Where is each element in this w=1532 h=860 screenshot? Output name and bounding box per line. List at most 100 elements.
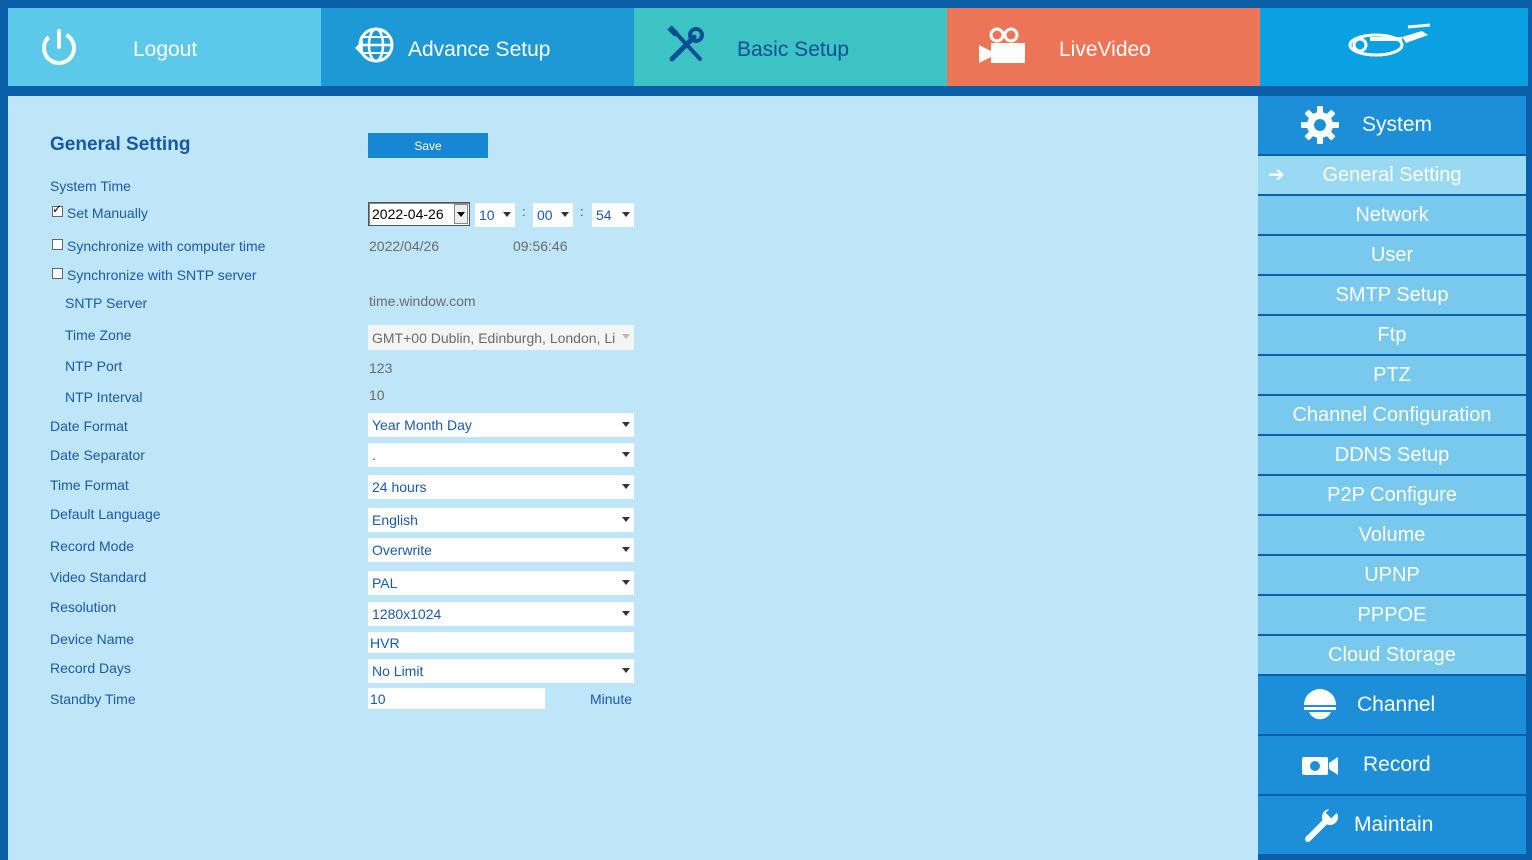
sidebar-item-ddns-setup[interactable]: DDNS Setup [1258,436,1526,474]
time-format-label: Time Format [50,477,129,493]
hour-value: 10 [479,207,495,223]
sidebar-item-cloud-storage[interactable]: Cloud Storage [1258,636,1526,674]
device-name-input[interactable]: HVR [368,632,634,653]
video-camera-icon [979,27,1025,63]
resolution-select[interactable]: 1280x1024 [368,602,634,626]
sidebar-item-label: User [1370,243,1414,266]
sidebar-item-label: SMTP Setup [1335,283,1449,306]
second-select[interactable]: 54 [592,203,634,227]
record-days-label: Record Days [50,660,131,676]
chevron-down-icon [622,547,630,552]
device-name-value: HVR [370,634,400,651]
camera-logo-icon [1348,23,1431,57]
sntp-server-label: SNTP Server [65,295,148,311]
record-mode-label: Record Mode [50,538,135,554]
set-manually-checkbox[interactable] [52,202,63,217]
chevron-down-icon [622,334,630,339]
video-standard-select[interactable]: PAL [368,571,634,595]
sidebar-item-smtp-setup[interactable]: SMTP Setup [1258,276,1526,314]
time-format-select[interactable]: 24 hours [368,475,634,499]
sidebar-maintain[interactable]: Maintain [1258,796,1526,854]
nav-live-video[interactable]: LiveVideo [947,8,1260,86]
chevron-down-icon [622,517,630,522]
standby-value: 10 [370,690,386,707]
sidebar-item-label: Cloud Storage [1328,643,1456,666]
sntp-server-value: time.window.com [369,293,476,309]
nav-logout[interactable]: Logout [8,8,321,86]
chevron-down-icon [622,668,630,673]
sidebar-item-ptz[interactable]: PTZ [1258,356,1526,394]
sidebar-channel[interactable]: Channel [1258,676,1526,734]
chevron-down-icon [622,212,630,217]
ntp-port-label: NTP Port [65,358,123,374]
sidebar-item-user[interactable]: User [1258,236,1526,274]
video-standard-label: Video Standard [50,569,147,585]
save-button[interactable]: Save [368,133,488,158]
standby-unit: Minute [590,691,633,707]
chevron-down-icon [622,452,630,457]
nav-separator [0,86,1532,96]
date-separator-select[interactable]: . [368,443,634,467]
record-days-select[interactable]: No Limit [368,659,634,683]
sidebar-item-network[interactable]: Network [1258,196,1526,234]
top-navigation: Logout Advance Setup Basic Setup LiveVid… [8,8,1528,94]
sidebar-item-upnp[interactable]: UPNP [1258,556,1526,594]
video-standard-value: PAL [372,575,398,591]
sync-sntp-checkbox[interactable] [52,268,63,279]
sidebar-item-volume[interactable]: Volume [1258,516,1526,554]
date-dropdown-icon[interactable] [454,204,468,224]
sidebar-system[interactable]: System [1258,96,1526,154]
ntp-port-value: 123 [369,360,393,376]
nav-advance-setup[interactable]: Advance Setup [321,8,634,86]
wrench-icon [1305,805,1339,842]
sidebar-item-label: Ftp [1377,323,1407,346]
tools-icon [667,25,704,62]
sidebar-item-label: Network [1355,203,1429,226]
time-format-value: 24 hours [372,479,427,495]
sidebar-item-ftp[interactable]: Ftp [1258,316,1526,354]
globe-icon [355,27,394,63]
date-format-label: Date Format [50,418,128,434]
record-mode-select[interactable]: Overwrite [368,538,634,562]
sidebar: System ➔ General Setting Network User SM… [1258,96,1526,860]
minute-select[interactable]: 00 [533,203,573,227]
sync-computer-checkbox[interactable] [52,239,63,250]
chevron-down-icon [561,212,569,217]
record-days-value: No Limit [372,663,424,679]
device-name-label: Device Name [50,631,135,647]
sidebar-item-label: General Setting [1322,163,1462,186]
second-value: 54 [596,207,612,223]
date-picker[interactable]: 2022-04-26 [368,202,470,226]
power-icon [42,29,76,65]
time-separator: : [522,204,526,219]
right-border [1526,86,1532,860]
resolution-value: 1280x1024 [372,606,442,622]
sidebar-maintain-label: Maintain [1354,813,1434,836]
date-format-value: Year Month Day [372,417,472,433]
language-select[interactable]: English [368,508,634,532]
nav-basic-setup[interactable]: Basic Setup [634,8,947,94]
sidebar-item-label: P2P Configure [1327,483,1457,506]
date-format-select[interactable]: Year Month Day [368,413,634,437]
arrow-right-icon: ➔ [1268,164,1285,186]
computer-date: 2022/04/26 [369,238,440,254]
standby-input[interactable]: 10 [368,688,545,709]
sidebar-item-general-setting[interactable]: ➔ General Setting [1258,156,1526,194]
sidebar-record[interactable]: Record [1258,736,1526,794]
system-time-label: System Time [50,178,131,194]
hour-select[interactable]: 10 [475,203,515,227]
resolution-label: Resolution [50,599,117,615]
general-setting-panel: General Setting Save System Time Set Man… [8,96,1258,860]
chevron-down-icon [622,422,630,427]
sync-sntp-label: Synchronize with SNTP server [67,267,257,283]
date-value: 2022-04-26 [372,206,444,222]
sidebar-item-p2p-configure[interactable]: P2P Configure [1258,476,1526,514]
sidebar-item-pppoe[interactable]: PPPOE [1258,596,1526,634]
date-separator-value: . [372,447,376,463]
nav-logout-label: Logout [133,38,198,61]
sidebar-item-label: Channel Configuration [1292,403,1492,426]
nav-basic-setup-label: Basic Setup [737,38,850,61]
sidebar-item-label: UPNP [1364,563,1420,586]
sidebar-item-channel-configuration[interactable]: Channel Configuration [1258,396,1526,434]
chevron-down-icon [622,580,630,585]
